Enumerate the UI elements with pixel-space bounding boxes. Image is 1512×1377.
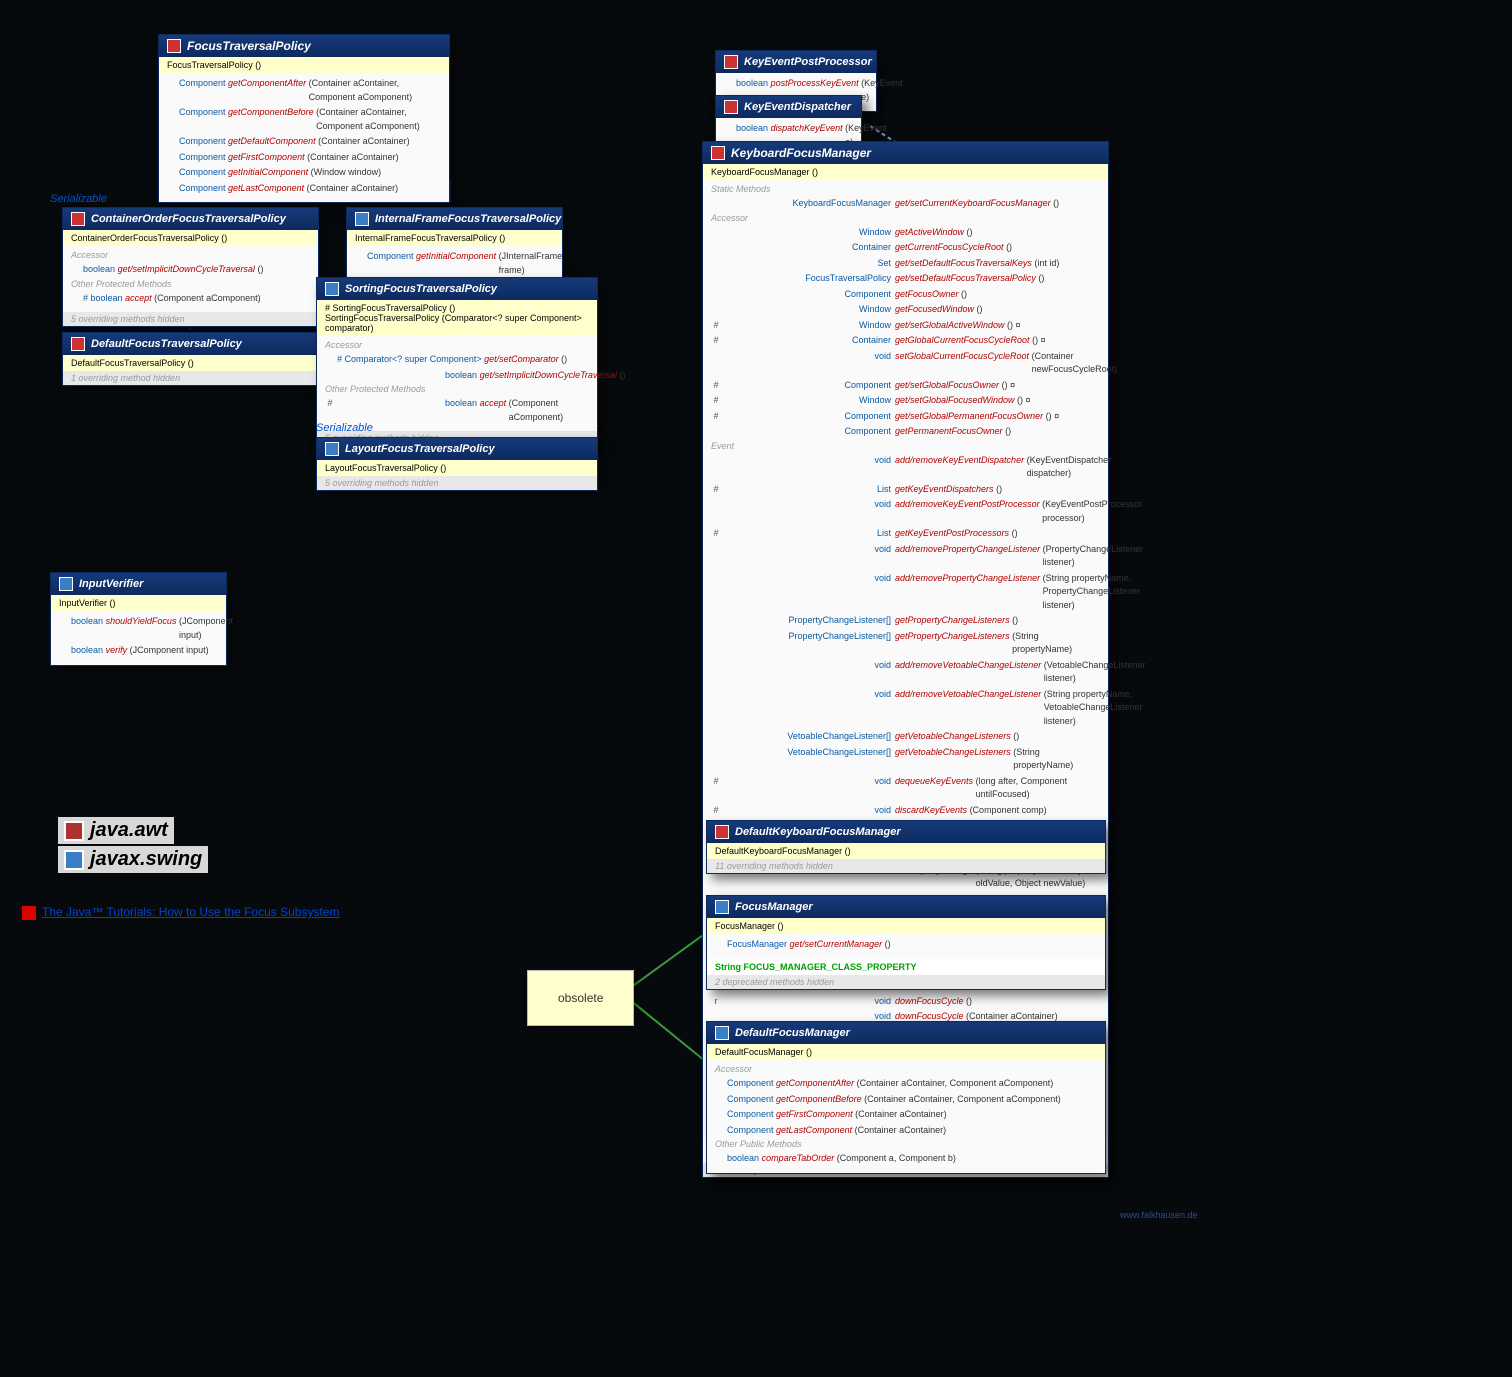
class-focusmanager[interactable]: FocusManager FocusManager () FocusManage… (706, 895, 1106, 990)
class-title: InputVerifier (79, 578, 143, 590)
constants: String FOCUS_MANAGER_CLASS_PROPERTY (707, 959, 1105, 975)
class-title: LayoutFocusTraversalPolicy (345, 443, 495, 455)
hidden-note: 11 overriding methods hidden (707, 859, 1105, 873)
tutorial-link[interactable]: The Java™ Tutorials: How to Use the Focu… (22, 905, 339, 920)
group-accessor: Accessor (325, 339, 589, 352)
class-title: DefaultFocusTraversalPolicy (91, 338, 242, 350)
class-icon (715, 825, 729, 839)
obsolete-note: obsolete (527, 970, 634, 1026)
class-title: InternalFrameFocusTraversalPolicy (375, 213, 561, 225)
class-sortingfocustraversalpolicy[interactable]: SortingFocusTraversalPolicy # SortingFoc… (316, 277, 598, 446)
constructor: FocusTraversalPolicy () (159, 57, 449, 73)
constructor: InternalFrameFocusTraversalPolicy () (347, 230, 562, 246)
constructor: DefaultFocusManager () (707, 1044, 1105, 1060)
hidden-note: 5 overriding methods hidden (317, 476, 597, 490)
class-title: FocusTraversalPolicy (187, 39, 311, 53)
group-protected: Other Protected Methods (71, 278, 310, 291)
hidden-note: 1 overriding method hidden (63, 371, 318, 385)
class-focustraversalpolicy[interactable]: FocusTraversalPolicy FocusTraversalPolic… (158, 34, 450, 203)
hidden-note: 5 overriding methods hidden (63, 312, 318, 326)
class-inputverifier[interactable]: InputVerifier InputVerifier () boolean s… (50, 572, 227, 666)
legend-icon (64, 821, 84, 841)
group-accessor: Accessor (71, 249, 310, 262)
class-icon (355, 212, 369, 226)
class-icon (325, 442, 339, 456)
constructor: FocusManager () (707, 918, 1105, 934)
class-icon (715, 1026, 729, 1040)
constructor: LayoutFocusTraversalPolicy () (317, 460, 597, 476)
class-icon (325, 282, 339, 296)
class-icon (715, 900, 729, 914)
class-layoutfocustraversalpolicy[interactable]: LayoutFocusTraversalPolicy LayoutFocusTr… (316, 437, 598, 491)
class-defaultfocustraversalpolicy[interactable]: DefaultFocusTraversalPolicy DefaultFocus… (62, 332, 319, 386)
legend-icon (64, 850, 84, 870)
group-accessor: Accessor (715, 1063, 1097, 1076)
interface-icon (724, 100, 738, 114)
serializable-label: Serializable (50, 193, 107, 205)
class-icon (71, 337, 85, 351)
group-protected: Other Protected Methods (325, 383, 589, 396)
group-static: Static Methods (711, 183, 1100, 196)
class-icon (711, 146, 725, 160)
constructor: KeyboardFocusManager () (703, 164, 1108, 180)
constructor: InputVerifier () (51, 595, 226, 611)
class-defaultfocusmanager[interactable]: DefaultFocusManager DefaultFocusManager … (706, 1021, 1106, 1174)
class-icon (167, 39, 181, 53)
constructor: ContainerOrderFocusTraversalPolicy () (63, 230, 318, 246)
class-title: KeyEventPostProcessor (744, 56, 872, 68)
class-defaultkeyboardfocusmanager[interactable]: DefaultKeyboardFocusManager DefaultKeybo… (706, 820, 1106, 874)
interface-icon (724, 55, 738, 69)
class-title: KeyboardFocusManager (731, 146, 871, 160)
class-containerorderfocustraversalpolicy[interactable]: ContainerOrderFocusTraversalPolicy Conta… (62, 207, 319, 327)
group-accessor: Accessor (711, 212, 1100, 225)
legend-awt: java.awt (58, 817, 174, 844)
serializable-label: Serializable (316, 422, 373, 434)
class-title: ContainerOrderFocusTraversalPolicy (91, 213, 286, 225)
class-title: DefaultKeyboardFocusManager (735, 826, 901, 838)
class-title: SortingFocusTraversalPolicy (345, 283, 497, 295)
group-event: Event (711, 440, 1100, 453)
class-title: KeyEventDispatcher (744, 101, 851, 113)
group-public: Other Public Methods (715, 1138, 1097, 1151)
class-icon (71, 212, 85, 226)
link-icon (22, 906, 36, 920)
class-internalframefocustraversalpolicy[interactable]: InternalFrameFocusTraversalPolicy Intern… (346, 207, 563, 285)
class-title: FocusManager (735, 901, 813, 913)
constructor: DefaultKeyboardFocusManager () (707, 843, 1105, 859)
legend-swing: javax.swing (58, 846, 208, 873)
credit: www.falkhausen.de (1120, 1210, 1198, 1220)
class-icon (59, 577, 73, 591)
hidden-note: 2 deprecated methods hidden (707, 975, 1105, 989)
class-title: DefaultFocusManager (735, 1027, 850, 1039)
constructor: DefaultFocusTraversalPolicy () (63, 355, 318, 371)
